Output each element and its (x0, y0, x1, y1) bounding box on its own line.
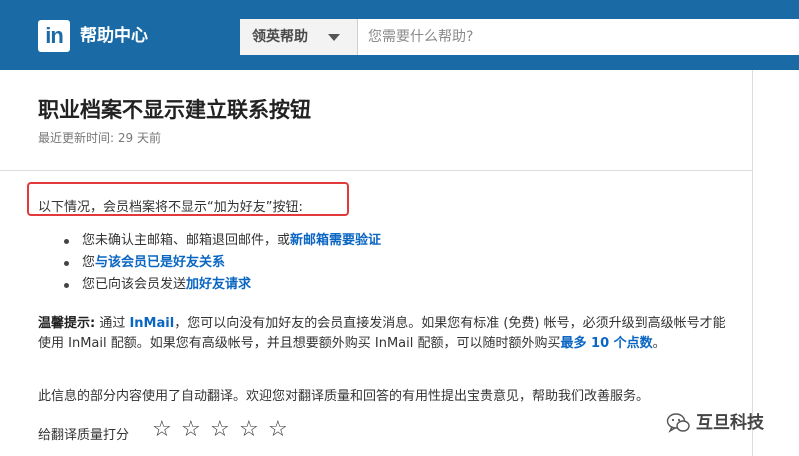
buy-credits-link[interactable]: 最多 10 个点数 (561, 336, 653, 351)
inmail-link[interactable]: InMail (129, 316, 174, 331)
rating-label: 给翻译质量打分 (38, 428, 130, 443)
search-bar: 领英帮助 (240, 19, 799, 55)
star-icon[interactable]: ☆ (181, 418, 203, 442)
tip-label: 温馨提示: (38, 316, 96, 331)
list-item: 您已向该会员发送加好友请求 (62, 274, 381, 296)
star-icon[interactable]: ☆ (152, 418, 174, 442)
help-scope-dropdown[interactable]: 领英帮助 (240, 19, 358, 55)
star-icon[interactable]: ☆ (268, 418, 290, 442)
verify-email-link[interactable]: 新邮箱需要验证 (290, 233, 381, 248)
list-item-text: 您未确认主邮箱、邮箱退回邮件，或 (82, 233, 291, 248)
watermark-text: 互旦科技 (696, 413, 764, 433)
list-item: 您未确认主邮箱、邮箱退回邮件，或新邮箱需要验证 (62, 230, 381, 252)
translation-notice: 此信息的部分内容使用了自动翻译。欢迎您对翻译质量和回答的有用性提出宝贵意见，帮助… (38, 389, 650, 404)
article-header: 职业档案不显示建立联系按钮 最近更新时间: 29 天前 (0, 70, 752, 171)
tip-text-end: 。 (652, 336, 666, 351)
wechat-icon (666, 413, 690, 433)
already-connected-link[interactable]: 与该会员已是好友关系 (95, 255, 225, 270)
chevron-down-icon (328, 34, 340, 41)
page-title: 职业档案不显示建立联系按钮 (38, 98, 311, 122)
tip-paragraph: 温馨提示: 通过 InMail，您可以向没有加好友的会员直接发消息。如果您有标准… (38, 314, 728, 354)
sidebar-divider (752, 70, 753, 456)
last-updated: 最近更新时间: 29 天前 (38, 131, 161, 145)
search-input[interactable] (358, 19, 799, 55)
invitation-link[interactable]: 加好友请求 (186, 277, 251, 292)
linkedin-logo[interactable]: in (38, 20, 70, 52)
help-scope-label: 领英帮助 (252, 29, 308, 45)
star-rating: ☆ ☆ ☆ ☆ ☆ (152, 418, 297, 442)
top-header: in 帮助中心 领英帮助 (0, 0, 799, 70)
star-icon[interactable]: ☆ (239, 418, 261, 442)
star-icon[interactable]: ☆ (210, 418, 232, 442)
list-item-text: 您已向该会员发送 (82, 277, 187, 292)
condition-list: 您未确认主邮箱、邮箱退回邮件，或新邮箱需要验证 您与该会员已是好友关系 您已向该… (62, 230, 381, 296)
help-center-title[interactable]: 帮助中心 (80, 22, 148, 50)
list-item-text: 您 (82, 255, 96, 270)
list-item: 您与该会员已是好友关系 (62, 252, 381, 274)
intro-text: 以下情况，会员档案将不显示“加为好友”按钮: (38, 200, 303, 215)
tip-text-1: 通过 (95, 316, 130, 331)
